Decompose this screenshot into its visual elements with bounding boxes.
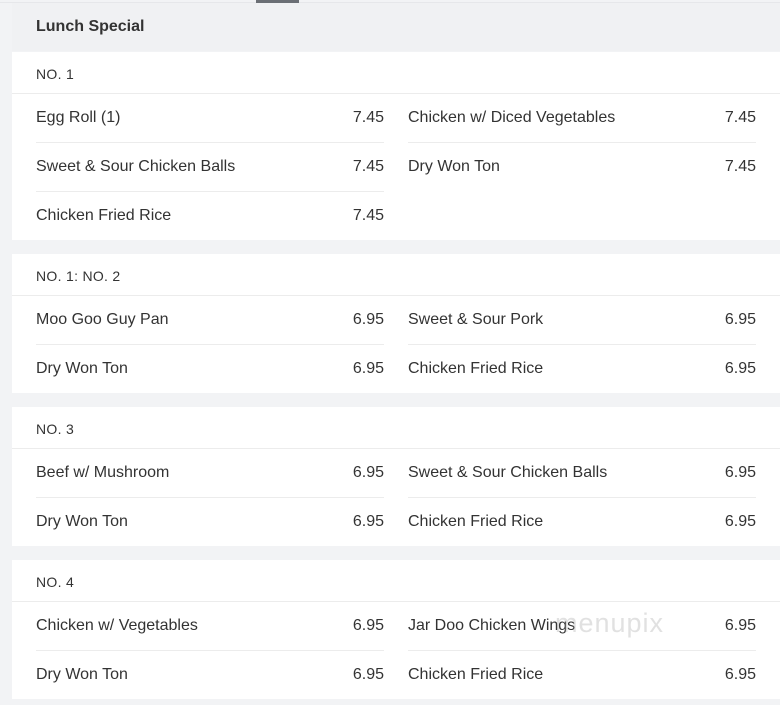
item-price: 6.95 — [724, 464, 756, 481]
item-name: Egg Roll (1) — [36, 109, 121, 126]
item-name: Chicken w/ Diced Vegetables — [408, 109, 616, 126]
section-title: NO. 3 — [36, 421, 75, 437]
item-name: Dry Won Ton — [408, 158, 500, 175]
section-title: NO. 1 — [36, 66, 75, 82]
section-title: NO. 4 — [36, 574, 75, 590]
item-name: Jar Doo Chicken Wings — [408, 617, 576, 634]
menu-item[interactable]: Sweet & Sour Pork 6.95 — [408, 296, 756, 345]
item-name: Dry Won Ton — [36, 666, 128, 683]
menu-category-title: Lunch Special — [36, 18, 145, 35]
item-price: 7.45 — [352, 207, 384, 224]
menu-item[interactable]: Dry Won Ton 6.95 — [36, 345, 384, 394]
menu-item[interactable]: Beef w/ Mushroom 6.95 — [36, 449, 384, 498]
item-price: 6.95 — [724, 666, 756, 683]
section-header: NO. 1: NO. 2 — [12, 254, 780, 296]
menu-item[interactable]: Moo Goo Guy Pan 6.95 — [36, 296, 384, 345]
item-price: 6.95 — [352, 311, 384, 328]
item-name: Chicken Fried Rice — [36, 207, 172, 224]
item-name: Chicken Fried Rice — [408, 360, 544, 377]
menu-item[interactable]: Jar Doo Chicken Wings 6.95 — [408, 602, 756, 651]
item-name: Moo Goo Guy Pan — [36, 311, 169, 328]
menu-section-no1-no2: NO. 1: NO. 2 Moo Goo Guy Pan 6.95 Sweet … — [12, 254, 780, 393]
item-price: 6.95 — [724, 513, 756, 530]
item-price: 6.95 — [724, 617, 756, 634]
item-name: Chicken Fried Rice — [408, 666, 544, 683]
menu-item[interactable]: Chicken w/ Diced Vegetables 7.45 — [408, 94, 756, 143]
item-price: 6.95 — [352, 666, 384, 683]
menu-section-no1: NO. 1 Egg Roll (1) 7.45 Chicken w/ Diced… — [12, 52, 780, 240]
item-price: 6.95 — [352, 464, 384, 481]
section-header: NO. 4 — [12, 560, 780, 602]
menu-category-header: Lunch Special — [12, 3, 780, 51]
item-price: 7.45 — [352, 109, 384, 126]
item-name: Dry Won Ton — [36, 513, 128, 530]
item-name: Sweet & Sour Chicken Balls — [36, 158, 236, 175]
item-price: 7.45 — [724, 109, 756, 126]
item-price: 7.45 — [352, 158, 384, 175]
menu-item[interactable]: Sweet & Sour Chicken Balls 7.45 — [36, 143, 384, 192]
section-title: NO. 1: NO. 2 — [36, 268, 121, 284]
menu-item[interactable]: Sweet & Sour Chicken Balls 6.95 — [408, 449, 756, 498]
menu-section-no4: NO. 4 Chicken w/ Vegetables 6.95 Jar Doo… — [12, 560, 780, 699]
menu-item[interactable]: Dry Won Ton 7.45 — [408, 143, 756, 192]
menu-item[interactable]: Dry Won Ton 6.95 — [36, 498, 384, 547]
menu-item[interactable]: Chicken Fried Rice 6.95 — [408, 651, 756, 700]
menu-section-no3: NO. 3 Beef w/ Mushroom 6.95 Sweet & Sour… — [12, 407, 780, 546]
menu-item[interactable]: Chicken Fried Rice 6.95 — [408, 345, 756, 394]
item-name: Sweet & Sour Pork — [408, 311, 544, 328]
item-name: Beef w/ Mushroom — [36, 464, 170, 481]
section-header: NO. 3 — [12, 407, 780, 449]
item-name: Dry Won Ton — [36, 360, 128, 377]
item-price: 6.95 — [352, 513, 384, 530]
item-price: 7.45 — [724, 158, 756, 175]
section-header: NO. 1 — [12, 52, 780, 94]
item-name: Sweet & Sour Chicken Balls — [408, 464, 608, 481]
menu-item[interactable]: Chicken w/ Vegetables 6.95 — [36, 602, 384, 651]
item-price: 6.95 — [724, 360, 756, 377]
item-price: 6.95 — [352, 617, 384, 634]
item-price: 6.95 — [352, 360, 384, 377]
menu-item[interactable]: Egg Roll (1) 7.45 — [36, 94, 384, 143]
menu-item[interactable]: Chicken Fried Rice 7.45 — [36, 192, 384, 241]
menu-item[interactable]: Chicken Fried Rice 6.95 — [408, 498, 756, 547]
menu-item[interactable]: Dry Won Ton 6.95 — [36, 651, 384, 700]
item-price: 6.95 — [724, 311, 756, 328]
item-name: Chicken w/ Vegetables — [36, 617, 198, 634]
item-name: Chicken Fried Rice — [408, 513, 544, 530]
